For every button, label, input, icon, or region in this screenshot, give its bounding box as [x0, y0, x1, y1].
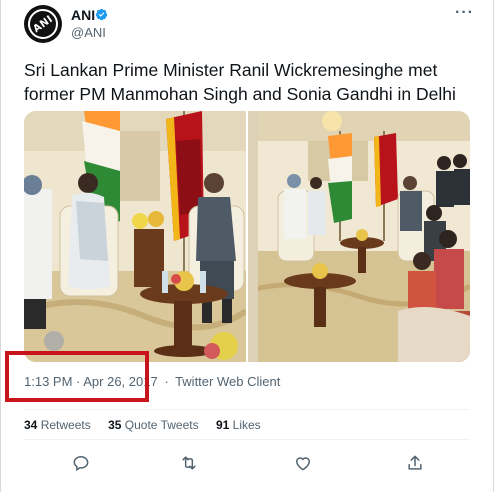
retweet-button[interactable]	[178, 452, 200, 474]
more-dots-icon[interactable]: ···	[455, 4, 474, 22]
quotes-count: 35	[108, 418, 122, 432]
divider	[24, 409, 470, 410]
author-display-name[interactable]: ANI	[71, 7, 95, 23]
reply-button[interactable]	[70, 452, 92, 474]
likes-label: Likes	[232, 418, 261, 432]
photo-meeting-right[interactable]	[248, 111, 470, 362]
retweets-stat[interactable]: 34 Retweets	[24, 418, 91, 432]
share-icon	[408, 455, 422, 470]
share-button[interactable]	[404, 452, 426, 474]
author-handle[interactable]: @ANI	[71, 25, 106, 40]
tweet-text: Sri Lankan Prime Minister Ranil Wickreme…	[24, 60, 456, 104]
avatar[interactable]: ANI	[24, 5, 62, 43]
likes-stat[interactable]: 91 Likes	[216, 418, 261, 432]
likes-count: 91	[215, 418, 230, 432]
verified-badge-icon	[95, 8, 108, 21]
quote-tweets-stat[interactable]: 35 Quote Tweets	[108, 418, 199, 432]
divider	[24, 439, 470, 440]
tweet-card: ANI ANI @ANI ··· Sri Lankan Prime Minist…	[0, 0, 498, 492]
tweet-stats: 34 Retweets 35 Quote Tweets 91 Likes	[24, 418, 275, 432]
photo-meeting-left[interactable]	[24, 111, 246, 362]
tweet-media[interactable]	[24, 111, 470, 362]
timestamp-highlight-box	[5, 351, 149, 402]
retweets-count: 34	[24, 418, 38, 432]
tweet-actions	[24, 452, 470, 476]
like-icon	[295, 457, 311, 471]
like-button[interactable]	[292, 452, 314, 474]
retweets-label: Retweets	[40, 418, 91, 432]
reply-icon	[73, 455, 89, 472]
source-link[interactable]: Twitter Web Client	[175, 374, 280, 389]
avatar-logo-text: ANI	[31, 13, 55, 35]
quotes-label: Quote Tweets	[124, 418, 199, 432]
avatar-logo: ANI	[24, 5, 62, 43]
meta-separator: ·	[164, 374, 169, 389]
retweet-icon	[182, 456, 196, 470]
